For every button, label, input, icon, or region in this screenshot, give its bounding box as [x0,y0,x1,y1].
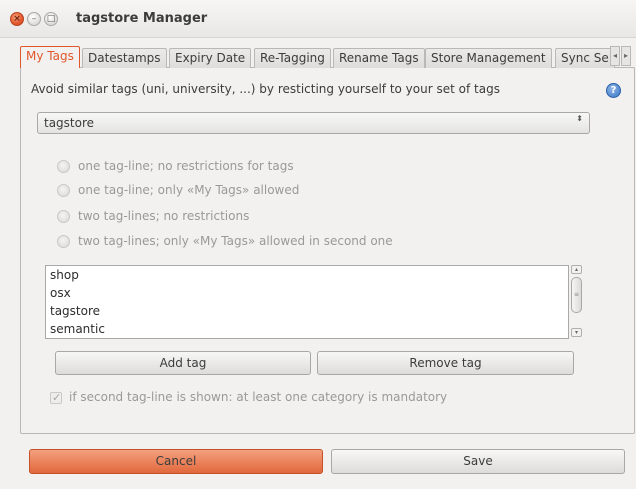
close-icon: × [13,14,21,24]
maximize-icon: □ [46,14,56,24]
remove-tag-button[interactable]: Remove tag [317,351,574,375]
store-combobox[interactable]: tagstore ⬍ [37,112,590,134]
window-maximize-button[interactable]: □ [44,12,58,26]
radio-button[interactable] [57,160,70,173]
window-minimize-button[interactable]: – [27,12,41,26]
combobox-arrows-icon: ⬍ [576,114,583,123]
tab-store-management[interactable]: Store Management [425,48,552,68]
list-item[interactable]: shop [46,266,568,284]
radio-label: one tag-line; only «My Tags» allowed [78,183,300,197]
intro-text: Avoid similar tags (uni, university, ...… [31,82,500,96]
radio-button[interactable] [57,235,70,248]
tab-my-tags[interactable]: My Tags [20,46,80,68]
radio-button[interactable] [57,184,70,197]
window-close-button[interactable]: × [10,12,24,26]
list-item[interactable]: tagstore [46,302,568,320]
list-item[interactable]: osx [46,284,568,302]
tab-re-tagging[interactable]: Re-Tagging [254,48,331,68]
list-item[interactable]: semantic [46,320,568,338]
tab-bar: My Tags Datestamps Expiry Date Re-Taggin… [20,46,635,68]
mandatory-checkbox[interactable] [50,391,62,404]
tag-list[interactable]: shop osx tagstore semantic [45,265,569,339]
tab-sync-settings[interactable]: Sync Se [555,48,615,68]
tab-rename-tags[interactable]: Rename Tags [333,48,425,68]
scroll-up-icon[interactable]: ▴ [571,265,582,274]
title-bar: × – □ tagstore Manager [0,0,636,38]
radio-label: two tag-lines; no restrictions [78,209,250,223]
tab-datestamps[interactable]: Datestamps [82,48,167,68]
store-combobox-value: tagstore [44,116,95,130]
window-title: tagstore Manager [76,11,208,26]
scrollbar-thumb[interactable]: ≡ [571,277,582,313]
cancel-button[interactable]: Cancel [29,449,323,474]
radio-button[interactable] [57,210,70,223]
tab-expiry-date[interactable]: Expiry Date [169,48,252,68]
scroll-down-icon[interactable]: ▾ [571,328,582,337]
tag-list-scrollbar[interactable]: ▴ ≡ ▾ [570,265,583,339]
mandatory-label: if second tag-line is shown: at least on… [69,390,448,404]
save-button[interactable]: Save [331,449,625,474]
tab-scroll-right-button[interactable]: ▸ [621,46,631,66]
minimize-icon: – [31,14,37,24]
radio-label: one tag-line; no restrictions for tags [78,159,294,173]
tab-scroll-left-button[interactable]: ◂ [610,46,620,66]
add-tag-button[interactable]: Add tag [55,351,311,375]
radio-label: two tag-lines; only «My Tags» allowed in… [78,234,393,248]
help-icon[interactable]: ? [606,83,621,98]
